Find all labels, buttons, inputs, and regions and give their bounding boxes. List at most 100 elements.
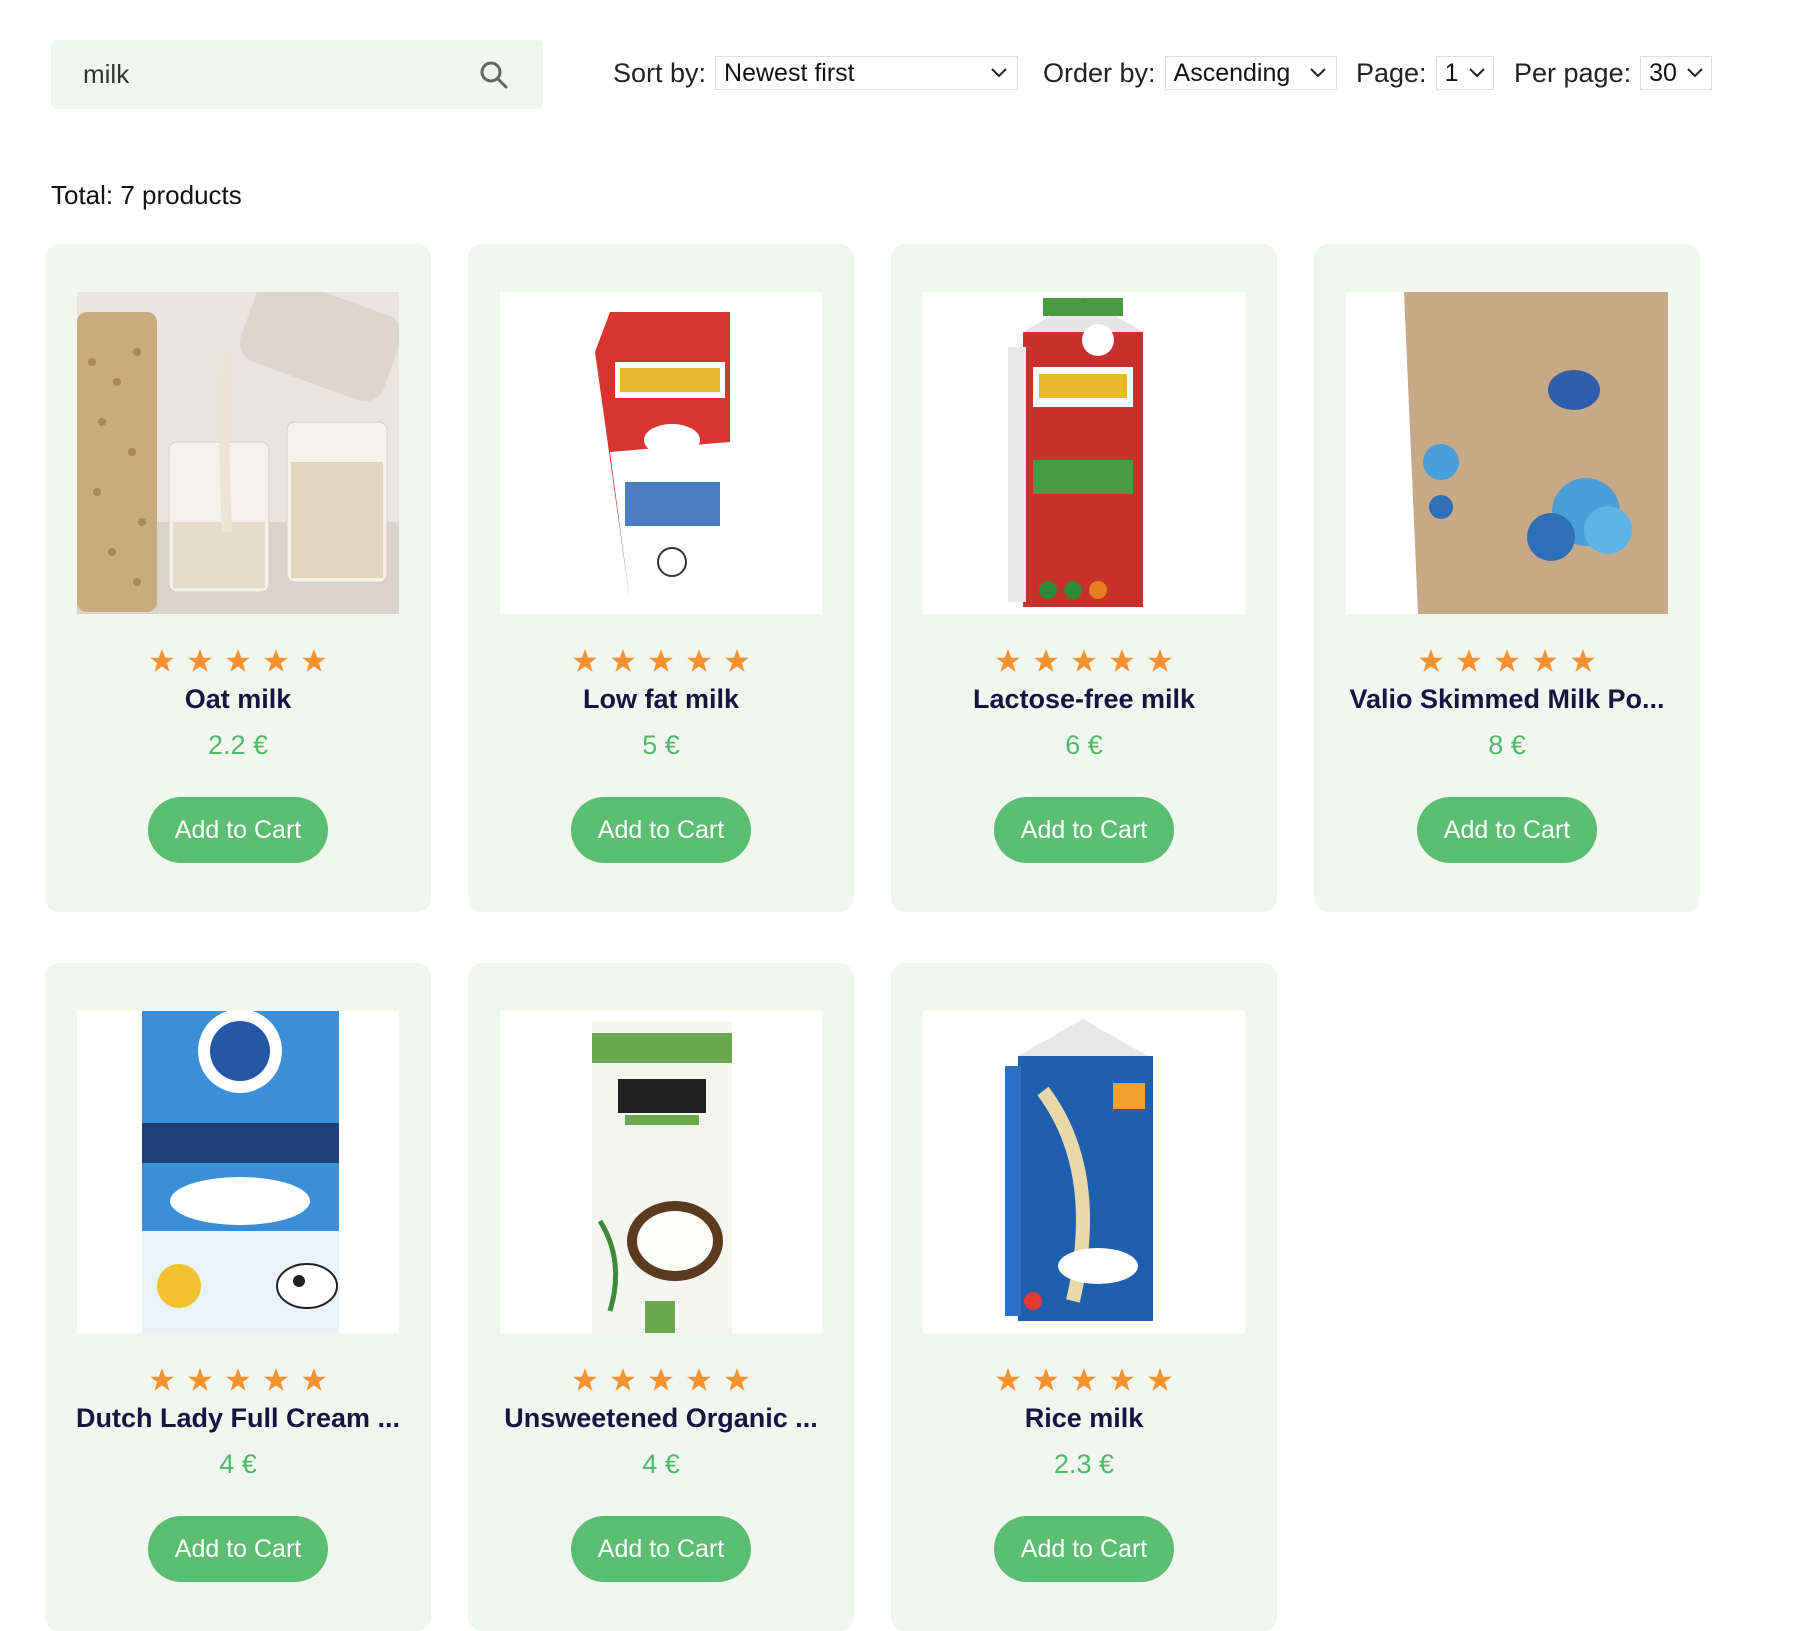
rating-stars bbox=[1314, 648, 1700, 679]
product-price: 2.2 € bbox=[207, 730, 269, 760]
star-icon bbox=[725, 1368, 749, 1391]
star-icon bbox=[150, 649, 174, 672]
star-icon bbox=[611, 649, 635, 672]
per-page-label: Per page: bbox=[1514, 57, 1632, 88]
add-to-cart-button[interactable]: Add to Cart bbox=[571, 797, 751, 863]
add-to-cart-button[interactable]: Add to Cart bbox=[148, 1516, 328, 1582]
product-card: Valio Skimmed Milk Po... 8 € Add to Cart bbox=[1314, 244, 1700, 912]
per-page-select-value: 30 bbox=[1649, 59, 1677, 87]
star-icon bbox=[996, 649, 1020, 672]
chevron-down-icon bbox=[1309, 68, 1326, 78]
star-icon bbox=[996, 1368, 1020, 1391]
star-icon bbox=[264, 649, 288, 672]
product-name[interactable]: Dutch Lady Full Cream ... bbox=[63, 1403, 413, 1434]
star-icon bbox=[264, 1368, 288, 1391]
product-name[interactable]: Lactose-free milk bbox=[909, 684, 1259, 715]
add-to-cart-button[interactable]: Add to Cart bbox=[994, 1516, 1174, 1582]
total-count: Total: 7 products bbox=[51, 180, 242, 210]
star-icon bbox=[188, 649, 212, 672]
search-box bbox=[51, 40, 543, 109]
product-name[interactable]: Unsweetened Organic ... bbox=[486, 1403, 836, 1434]
sort-select-value: Newest first bbox=[724, 59, 855, 87]
star-icon bbox=[1457, 649, 1481, 672]
rating-stars bbox=[468, 648, 854, 679]
rating-stars bbox=[468, 1367, 854, 1398]
star-icon bbox=[1072, 1368, 1096, 1391]
product-name[interactable]: Valio Skimmed Milk Po... bbox=[1332, 684, 1682, 715]
product-image[interactable] bbox=[77, 1011, 399, 1333]
order-select[interactable]: Ascending bbox=[1164, 56, 1337, 90]
page-label: Page: bbox=[1356, 57, 1427, 88]
star-icon bbox=[1419, 649, 1443, 672]
chevron-down-icon bbox=[1687, 68, 1703, 78]
product-image[interactable] bbox=[1346, 292, 1668, 614]
page-select[interactable]: 1 bbox=[1435, 56, 1494, 90]
rating-stars bbox=[45, 648, 431, 679]
star-icon bbox=[1533, 649, 1557, 672]
per-page-select[interactable]: 30 bbox=[1640, 56, 1713, 90]
star-icon bbox=[687, 1368, 711, 1391]
product-image[interactable] bbox=[500, 1011, 822, 1333]
add-to-cart-button[interactable]: Add to Cart bbox=[994, 797, 1174, 863]
product-price: 6 € bbox=[1065, 730, 1103, 760]
star-icon bbox=[188, 1368, 212, 1391]
star-icon bbox=[302, 649, 326, 672]
page-control: Page: 1 bbox=[1356, 54, 1494, 92]
product-price: 8 € bbox=[1488, 730, 1526, 760]
add-to-cart-button[interactable]: Add to Cart bbox=[571, 1516, 751, 1582]
sort-label: Sort by: bbox=[613, 57, 707, 88]
rating-stars bbox=[891, 648, 1277, 679]
star-icon bbox=[1148, 649, 1172, 672]
star-icon bbox=[573, 649, 597, 672]
star-icon bbox=[1110, 1368, 1134, 1391]
product-image[interactable] bbox=[923, 1011, 1245, 1333]
star-icon bbox=[226, 649, 250, 672]
star-icon bbox=[1495, 649, 1519, 672]
order-select-value: Ascending bbox=[1173, 59, 1291, 87]
product-card: Lactose-free milk 6 € Add to Cart bbox=[891, 244, 1277, 912]
sort-select[interactable]: Newest first bbox=[715, 56, 1019, 90]
star-icon bbox=[611, 1368, 635, 1391]
sort-control: Sort by: Newest first bbox=[613, 54, 1019, 92]
product-card: Dutch Lady Full Cream ... 4 € Add to Car… bbox=[45, 963, 431, 1631]
product-image[interactable] bbox=[77, 292, 399, 614]
star-icon bbox=[1110, 649, 1134, 672]
star-icon bbox=[725, 649, 749, 672]
order-label: Order by: bbox=[1043, 57, 1156, 88]
star-icon bbox=[1034, 649, 1058, 672]
star-icon bbox=[649, 1368, 673, 1391]
chevron-down-icon bbox=[991, 68, 1007, 78]
star-icon bbox=[1148, 1368, 1172, 1391]
star-icon bbox=[573, 1368, 597, 1391]
star-icon bbox=[1571, 649, 1595, 672]
product-name[interactable]: Oat milk bbox=[63, 684, 413, 715]
product-image[interactable] bbox=[923, 292, 1245, 614]
add-to-cart-button[interactable]: Add to Cart bbox=[148, 797, 328, 863]
product-name[interactable]: Low fat milk bbox=[486, 684, 836, 715]
star-icon bbox=[649, 649, 673, 672]
product-price: 4 € bbox=[642, 1449, 680, 1479]
add-to-cart-button[interactable]: Add to Cart bbox=[1417, 797, 1597, 863]
rating-stars bbox=[45, 1367, 431, 1398]
per-page-control: Per page: 30 bbox=[1514, 54, 1713, 92]
product-price: 5 € bbox=[642, 730, 680, 760]
product-price: 4 € bbox=[219, 1449, 257, 1479]
product-price: 2.3 € bbox=[1053, 1449, 1115, 1479]
product-card: Rice milk 2.3 € Add to Cart bbox=[891, 963, 1277, 1631]
product-card: Unsweetened Organic ... 4 € Add to Cart bbox=[468, 963, 854, 1631]
star-icon bbox=[1034, 1368, 1058, 1391]
search-input[interactable] bbox=[69, 40, 497, 109]
star-icon bbox=[302, 1368, 326, 1391]
product-name[interactable]: Rice milk bbox=[909, 1403, 1259, 1434]
order-control: Order by: Ascending bbox=[1043, 54, 1337, 92]
star-icon bbox=[150, 1368, 174, 1391]
page-select-value: 1 bbox=[1444, 59, 1459, 87]
product-card: Low fat milk 5 € Add to Cart bbox=[468, 244, 854, 912]
chevron-down-icon bbox=[1468, 68, 1485, 78]
product-image[interactable] bbox=[500, 292, 822, 614]
search-icon[interactable] bbox=[478, 59, 510, 91]
star-icon bbox=[226, 1368, 250, 1391]
product-card: Oat milk 2.2 € Add to Cart bbox=[45, 244, 431, 912]
rating-stars bbox=[891, 1367, 1277, 1398]
star-icon bbox=[1072, 649, 1096, 672]
